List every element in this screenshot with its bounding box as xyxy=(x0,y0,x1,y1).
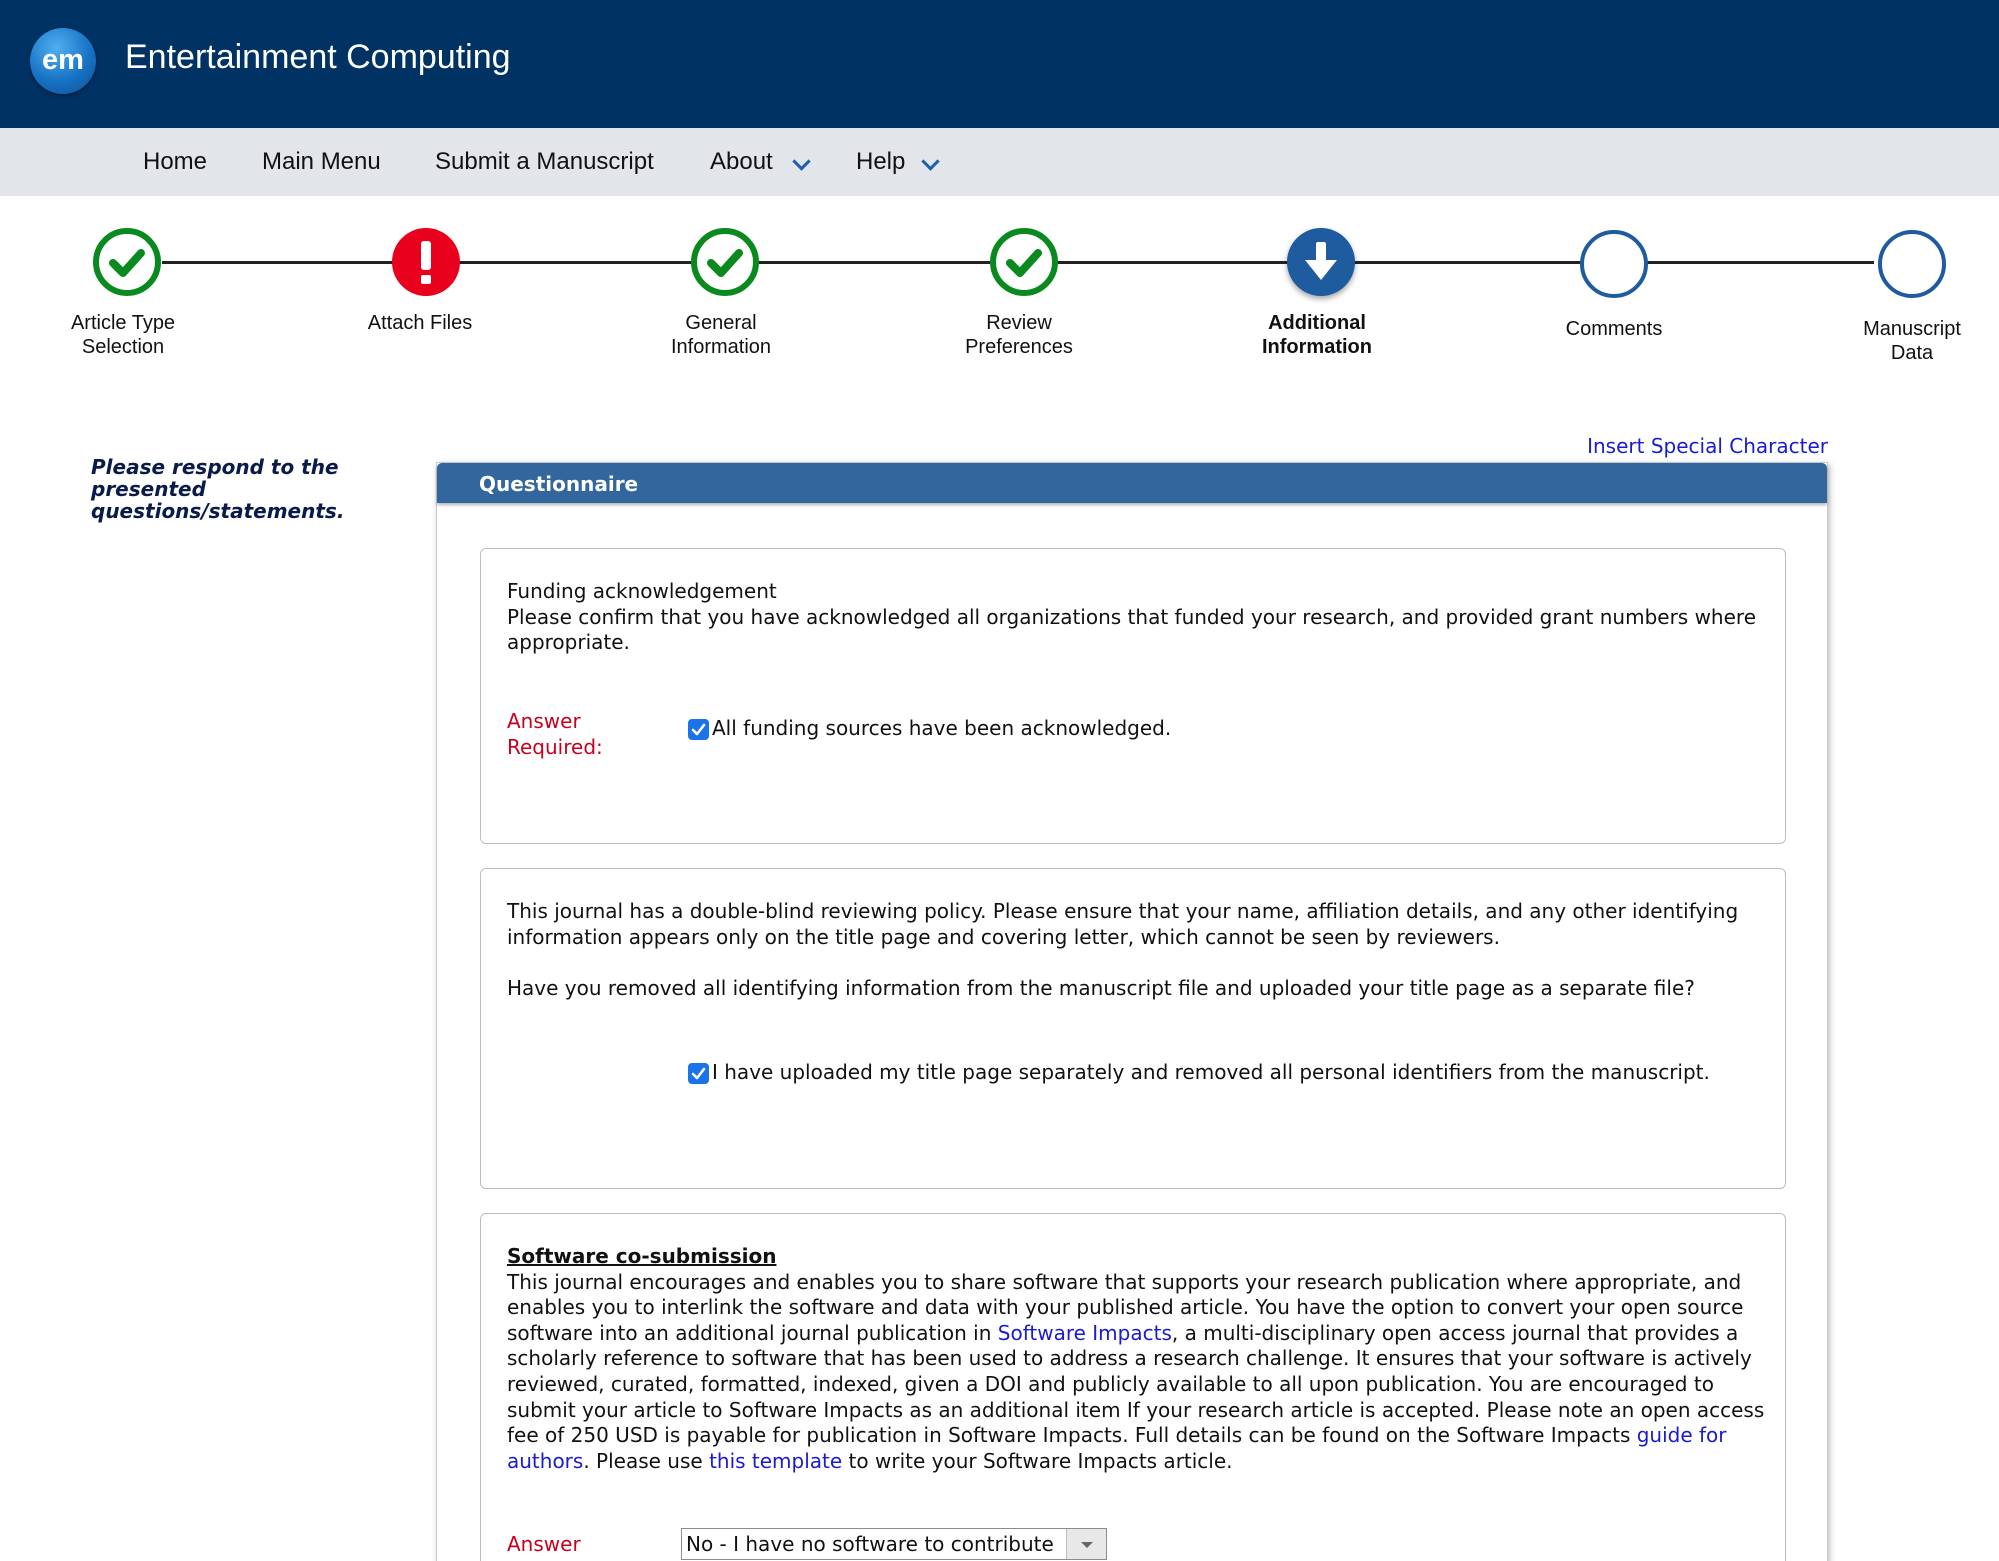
question-software-cosubmission: Software co-submission This journal enco… xyxy=(480,1213,1786,1561)
step-review-preferences[interactable] xyxy=(990,228,1058,296)
step-comments[interactable] xyxy=(1580,230,1648,298)
questionnaire-panel: Questionnaire Funding acknowledgement Pl… xyxy=(436,462,1828,1561)
answer-required-label: Answer Required: xyxy=(507,709,603,759)
select-value: No - I have no software to contribute xyxy=(686,1532,1054,1556)
journal-title: Entertainment Computing xyxy=(125,38,511,76)
check-icon xyxy=(707,249,743,277)
question-body: This journal encourages and enables you … xyxy=(507,1269,1765,1473)
chevron-down-icon[interactable] xyxy=(1066,1529,1106,1559)
question-body: This journal has a double-blind reviewin… xyxy=(507,899,1739,949)
panel-header: Questionnaire xyxy=(437,463,1827,503)
question-funding: Funding acknowledgement Please confirm t… xyxy=(480,548,1786,844)
step-label: Manuscript Data xyxy=(1863,318,1961,364)
checkbox-label[interactable]: All funding sources have been acknowledg… xyxy=(712,716,1171,740)
step-attach-files[interactable] xyxy=(392,228,460,296)
step-manuscript-data[interactable] xyxy=(1878,230,1946,298)
question-text: Software co-submission This journal enco… xyxy=(507,1244,1783,1474)
question-text: Funding acknowledgement Please confirm t… xyxy=(507,579,1783,656)
question-double-blind: This journal has a double-blind reviewin… xyxy=(480,868,1786,1189)
checkmark-icon xyxy=(691,1067,706,1080)
step-label-current: Additional Information xyxy=(1262,312,1372,358)
checkbox-label[interactable]: I have uploaded my title page separately… xyxy=(712,1060,1710,1084)
em-logo[interactable]: em xyxy=(30,28,96,94)
step-general-information[interactable] xyxy=(691,228,759,296)
nav-home[interactable]: Home xyxy=(143,148,207,176)
step-label: Attach Files xyxy=(367,312,473,334)
check-icon xyxy=(109,249,145,277)
chevron-down-icon xyxy=(792,152,811,171)
arrow-down-icon xyxy=(1305,242,1337,280)
question-body: Have you removed all identifying informa… xyxy=(507,975,1695,1000)
check-icon xyxy=(1006,249,1042,277)
nav-help-label: Help xyxy=(856,148,906,175)
question-body: Please confirm that you have acknowledge… xyxy=(507,604,1756,655)
funding-checkbox[interactable] xyxy=(688,719,709,740)
nav-about-label: About xyxy=(710,148,773,175)
step-additional-information[interactable] xyxy=(1287,228,1355,296)
step-article-type-selection[interactable] xyxy=(93,228,161,296)
question-heading: Funding acknowledgement xyxy=(507,579,777,603)
title-page-checkbox[interactable] xyxy=(688,1063,709,1084)
software-contribution-select[interactable]: No - I have no software to contribute xyxy=(681,1528,1107,1560)
template-link[interactable]: this template xyxy=(709,1449,842,1473)
step-label: Article Type Selection xyxy=(70,312,176,358)
step-label: Review Preferences xyxy=(965,312,1073,358)
chevron-down-icon xyxy=(921,152,940,171)
checkmark-icon xyxy=(691,723,706,736)
question-heading: Software co-submission xyxy=(507,1244,777,1268)
nav-main-menu[interactable]: Main Menu xyxy=(262,148,381,176)
panel-title: Questionnaire xyxy=(479,472,639,496)
insert-special-character-link[interactable]: Insert Special Character xyxy=(1587,434,1828,458)
header-bar: em Entertainment Computing xyxy=(0,0,1999,128)
main-nav: Home Main Menu Submit a Manuscript About… xyxy=(0,128,1999,196)
step-label: General Information xyxy=(670,312,772,358)
answer-required-label: Answer Required: xyxy=(507,1532,603,1561)
question-text: This journal has a double-blind reviewin… xyxy=(507,899,1783,1001)
nav-submit-manuscript[interactable]: Submit a Manuscript xyxy=(435,148,654,176)
instruction-note: Please respond to the presented question… xyxy=(91,455,345,523)
nav-help[interactable]: Help xyxy=(856,148,940,176)
nav-about[interactable]: About xyxy=(710,148,811,176)
software-impacts-link[interactable]: Software Impacts xyxy=(998,1321,1172,1345)
step-label: Comments xyxy=(1565,318,1663,340)
exclamation-icon xyxy=(421,241,431,284)
